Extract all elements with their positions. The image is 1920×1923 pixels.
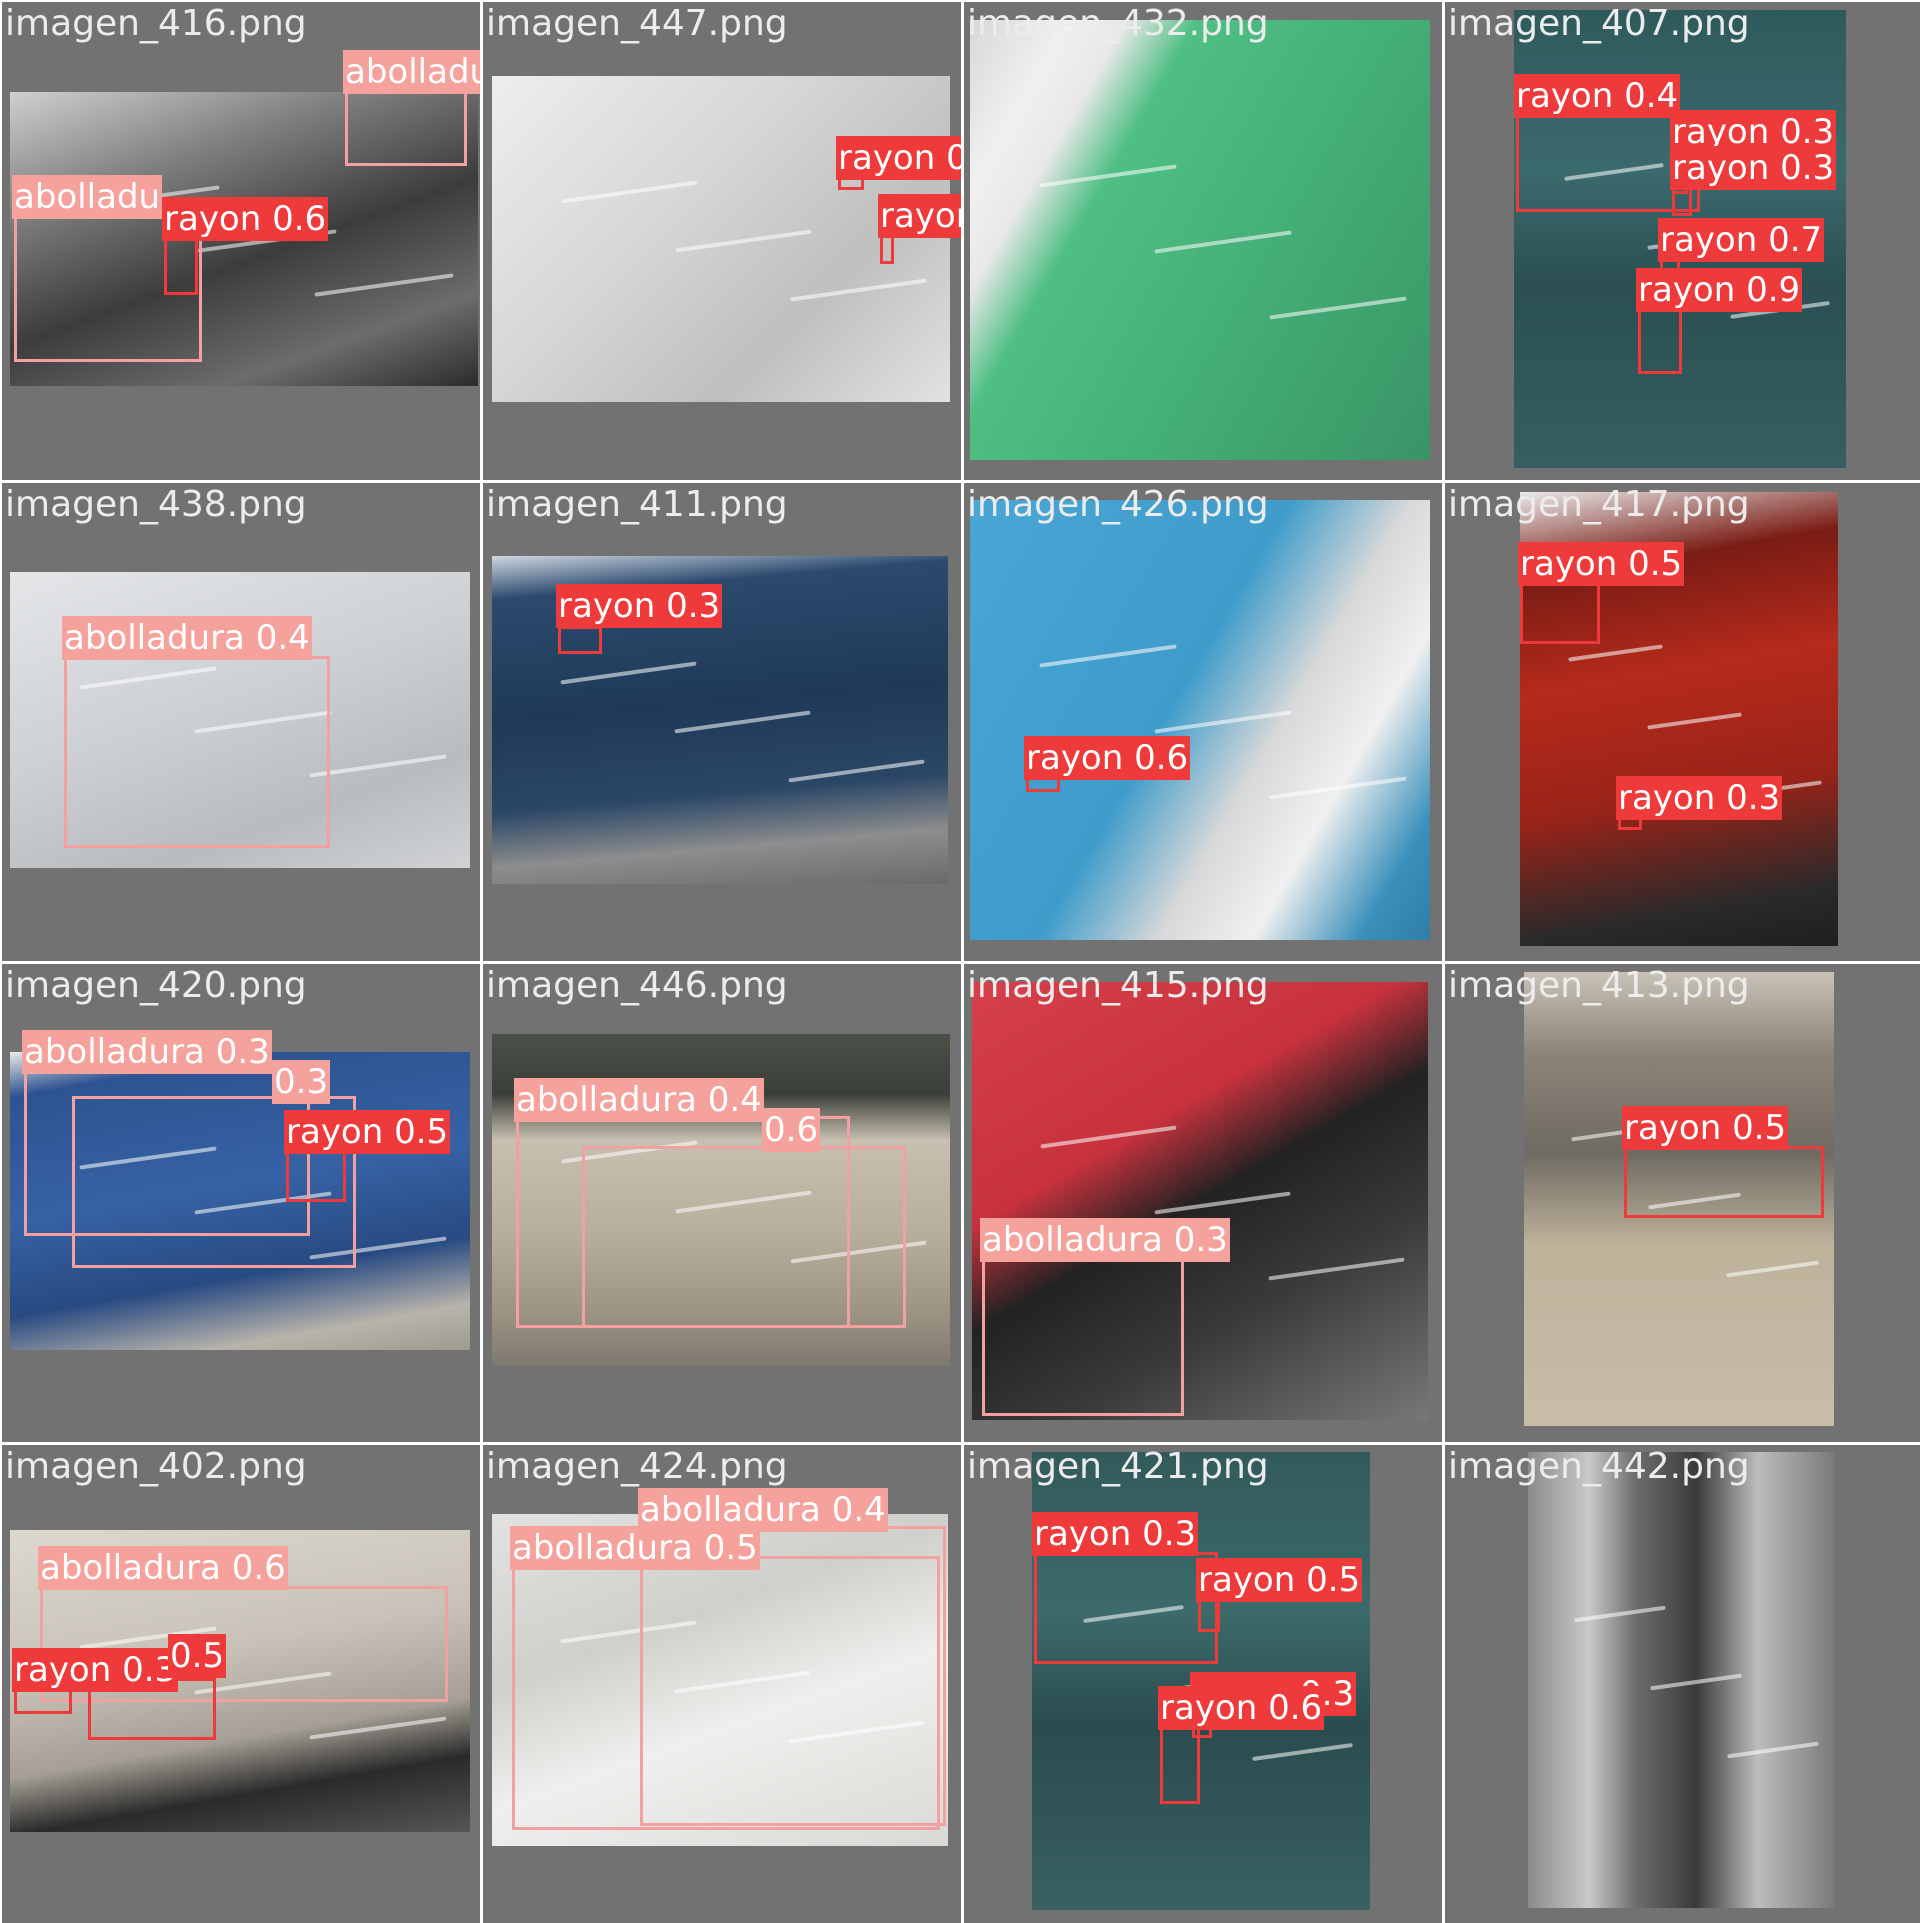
grid-cell: imagen_426.pngrayon 0.6 xyxy=(964,483,1442,961)
detection-label: abolladura 0.5 xyxy=(510,1526,760,1570)
scratch-mark xyxy=(1727,1742,1819,1759)
detection-box xyxy=(558,626,602,654)
detection-label: abolladura 0.4 xyxy=(62,616,312,660)
image-filename: imagen_432.png xyxy=(967,3,1269,44)
detection-label: rayon 0.3 xyxy=(1670,146,1837,190)
image-filename: imagen_420.png xyxy=(5,965,307,1006)
detection-label: rayon 0.5 xyxy=(284,1110,451,1154)
scratch-mark xyxy=(1039,644,1177,668)
grid-cell: imagen_424.png abolladura 0.4 abolladura 0… xyxy=(483,1445,961,1923)
detection-label: abolladura 0.4 xyxy=(514,1078,764,1122)
scratch-mark xyxy=(674,710,811,734)
car-photo xyxy=(1528,1452,1834,1908)
image-filename: imagen_447.png xyxy=(486,3,788,44)
detection-box xyxy=(982,1256,1184,1416)
scratch-mark xyxy=(1268,1257,1405,1281)
scratch-mark xyxy=(788,759,925,783)
car-photo xyxy=(970,500,1430,940)
image-filename: imagen_442.png xyxy=(1448,1446,1750,1487)
detection-box xyxy=(64,656,330,848)
detection-box xyxy=(582,1146,906,1328)
detection-label: rayon 0.9 xyxy=(1636,268,1803,312)
scratch-mark xyxy=(314,273,455,297)
detection-label: rayon 0.6 xyxy=(162,197,329,241)
grid-cell: imagen_411.pngrayon 0.3 xyxy=(483,483,961,961)
detection-label: rayon 0.3 xyxy=(1032,1512,1199,1556)
detection-label: abolladura 0.3 xyxy=(343,50,480,94)
detection-label: rayon 0.5 xyxy=(1196,1558,1363,1602)
grid-cell: imagen_416.png abolladura 0.3 abolladurayo… xyxy=(2,2,480,480)
scratch-mark xyxy=(675,229,813,253)
car-photo xyxy=(970,20,1430,460)
detection-label: rayon 0.4 xyxy=(1514,74,1681,118)
scratch-mark xyxy=(1039,164,1177,188)
detection-label: 0.3 xyxy=(272,1060,331,1104)
scratch-mark xyxy=(1574,1605,1666,1622)
scratch-mark xyxy=(1650,1673,1743,1691)
detection-label: rayon 0.6 xyxy=(1024,736,1191,780)
detection-label: rayon 0.3 xyxy=(878,194,961,238)
detection-label: abolladu xyxy=(12,175,163,219)
image-filename: imagen_407.png xyxy=(1448,3,1750,44)
scratch-mark xyxy=(1269,296,1407,320)
scratch-mark xyxy=(1647,712,1743,730)
detection-label: abolladura 0.6 xyxy=(38,1546,288,1590)
grid-cell: imagen_438.png abolladura 0.4 xyxy=(2,483,480,961)
image-filename: imagen_426.png xyxy=(967,484,1269,525)
scratch-mark xyxy=(1251,1742,1353,1761)
image-filename: imagen_411.png xyxy=(486,484,788,525)
scratch-mark xyxy=(1269,776,1407,800)
detection-box xyxy=(1520,582,1600,644)
scratch-mark xyxy=(1040,1125,1177,1149)
detection-label: abolladura 0.3 xyxy=(22,1030,272,1074)
scratch-mark xyxy=(790,278,927,302)
image-filename: imagen_417.png xyxy=(1448,484,1750,525)
scratch-mark xyxy=(1154,230,1292,254)
grid-cell: imagen_447.pngrayon 0.3 rayon 0.3 xyxy=(483,2,961,480)
grid-cell: imagen_413.pngrayon 0.5 xyxy=(1445,964,1920,1442)
scratch-mark xyxy=(561,180,698,204)
detection-box xyxy=(1160,1724,1200,1804)
grid-cell: imagen_415.png abolladura 0.3 xyxy=(964,964,1442,1442)
detection-label: rayon 0.3 xyxy=(556,584,723,628)
detection-box xyxy=(1624,1146,1824,1218)
detection-box xyxy=(512,1556,940,1830)
detection-label: rayon 0.5 xyxy=(1518,542,1685,586)
image-filename: imagen_416.png xyxy=(5,3,307,44)
grid-cell: imagen_446.png abolladura 0.4 0.6 xyxy=(483,964,961,1442)
detection-label: rayon 0.3 xyxy=(1616,776,1783,820)
grid-cell: imagen_420.png abolladura 0.3 0.3 rayon 0.5 xyxy=(2,964,480,1442)
grid-cell: imagen_442.png xyxy=(1445,1445,1920,1923)
image-filename: imagen_415.png xyxy=(967,965,1269,1006)
scratch-mark xyxy=(1725,1260,1819,1278)
detection-box xyxy=(1034,1552,1218,1664)
image-filename: imagen_424.png xyxy=(486,1446,788,1487)
detection-box xyxy=(286,1148,346,1202)
image-filename: imagen_402.png xyxy=(5,1446,307,1487)
image-filename: imagen_438.png xyxy=(5,484,307,525)
grid-cell: imagen_432.png xyxy=(964,2,1442,480)
detection-label: rayon 0.6 xyxy=(1158,1686,1325,1730)
grid-cell: imagen_402.png abolladura 0.6 rayon 0.3 0.5 xyxy=(2,1445,480,1923)
grid-cell: imagen_417.pngrayon 0.5 rayon 0.3 xyxy=(1445,483,1920,961)
detection-label: rayon 0.5 xyxy=(1622,1106,1789,1150)
scratch-mark xyxy=(309,1716,447,1740)
image-filename: imagen_413.png xyxy=(1448,965,1750,1006)
scratch-mark xyxy=(1154,710,1292,734)
scratch-mark xyxy=(1567,644,1663,662)
detection-label: rayon 0.3 xyxy=(836,136,961,180)
scratch-mark xyxy=(560,661,697,685)
image-filename: imagen_446.png xyxy=(486,965,788,1006)
detection-label: abolladura 0.3 xyxy=(980,1218,1230,1262)
scratch-mark xyxy=(1154,1191,1291,1215)
detection-label: 0.6 xyxy=(762,1108,821,1152)
grid-cell: imagen_421.pngrayon 0.3rayon 0.5 rayon 0.… xyxy=(964,1445,1442,1923)
detection-label: rayon 0.3 xyxy=(12,1648,179,1692)
image-filename: imagen_421.png xyxy=(967,1446,1269,1487)
detection-label: rayon 0.7 xyxy=(1658,218,1825,262)
grid-cell: imagen_407.pngrayon 0.4 rayon 0.3 rayon 0.… xyxy=(1445,2,1920,480)
detection-label: 0.5 xyxy=(168,1634,227,1678)
detection-box xyxy=(164,235,198,295)
